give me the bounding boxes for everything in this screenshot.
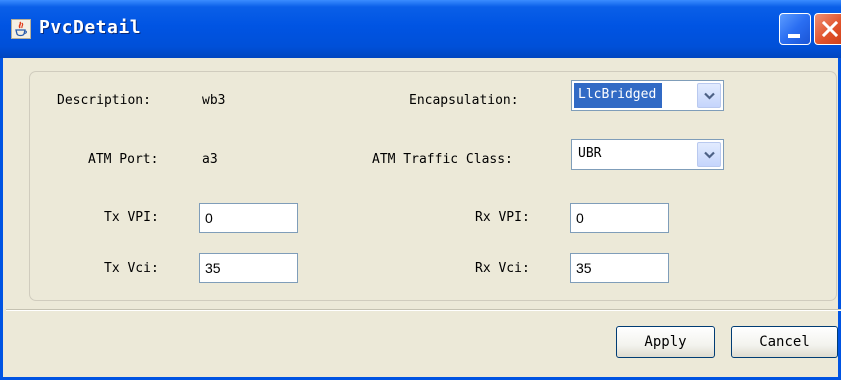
description-value: wb3 bbox=[202, 93, 226, 108]
tx-vci-label: Tx Vci: bbox=[104, 261, 159, 276]
rx-vci-input[interactable]: 35 bbox=[570, 253, 669, 283]
rx-vpi-label: Rx VPI: bbox=[475, 210, 530, 225]
tx-vpi-input[interactable]: 0 bbox=[199, 203, 298, 233]
tx-vci-input[interactable]: 35 bbox=[199, 253, 298, 283]
window-title: PvcDetail bbox=[39, 17, 142, 38]
pvc-detail-window: PvcDetail Description: wb3 ATM Port: a3 … bbox=[0, 0, 841, 380]
close-icon bbox=[821, 20, 839, 38]
button-bar-divider bbox=[6, 309, 841, 311]
minimize-icon bbox=[788, 34, 800, 38]
atm-traffic-class-select[interactable]: UBR bbox=[571, 139, 724, 170]
cancel-button[interactable]: Cancel bbox=[731, 326, 838, 358]
chevron-down-icon bbox=[704, 151, 715, 159]
encapsulation-dropdown-button[interactable] bbox=[697, 83, 721, 108]
encapsulation-select[interactable]: LlcBridged bbox=[571, 80, 724, 111]
rx-vpi-input[interactable]: 0 bbox=[570, 203, 669, 233]
atm-traffic-class-selected-value: UBR bbox=[578, 146, 602, 161]
atm-traffic-class-label: ATM Traffic Class: bbox=[372, 152, 513, 167]
close-button[interactable] bbox=[814, 13, 841, 45]
atm-port-label: ATM Port: bbox=[88, 152, 159, 167]
tx-vpi-label: Tx VPI: bbox=[104, 210, 159, 225]
atm-port-value: a3 bbox=[202, 152, 218, 167]
atm-traffic-class-dropdown-button[interactable] bbox=[697, 142, 721, 167]
description-label: Description: bbox=[57, 93, 151, 108]
title-bar[interactable]: PvcDetail bbox=[0, 0, 841, 58]
java-cup-icon bbox=[11, 19, 31, 39]
encapsulation-label: Encapsulation: bbox=[409, 93, 519, 108]
encapsulation-selected-value: LlcBridged bbox=[574, 83, 663, 108]
apply-button[interactable]: Apply bbox=[616, 326, 715, 358]
chevron-down-icon bbox=[704, 92, 715, 100]
minimize-button[interactable] bbox=[779, 13, 811, 45]
rx-vci-label: Rx Vci: bbox=[475, 261, 530, 276]
